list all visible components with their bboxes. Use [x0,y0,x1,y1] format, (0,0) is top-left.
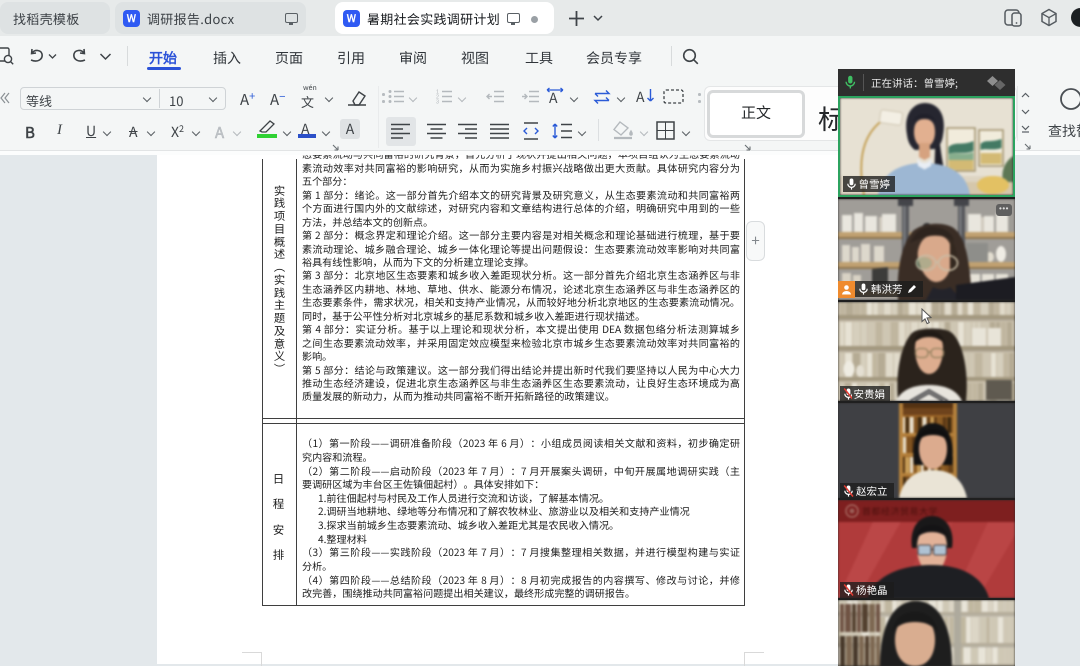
svg-text:A: A [549,88,558,106]
svg-text:首都经济贸易大学: 首都经济贸易大学 [862,505,938,518]
svg-text:3: 3 [436,100,439,105]
svg-text:A: A [636,87,645,105]
